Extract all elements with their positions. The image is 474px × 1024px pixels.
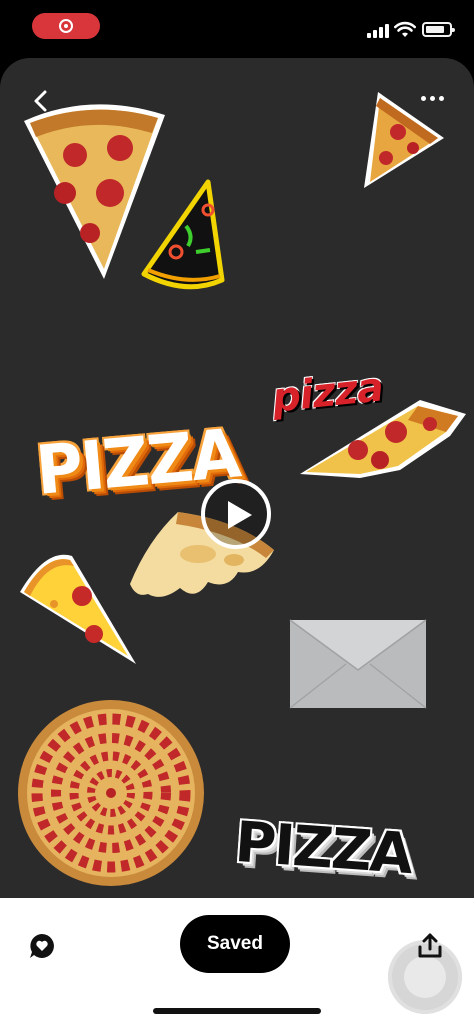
- battery-icon: [422, 22, 455, 37]
- envelope-sticker: [289, 619, 427, 709]
- cellular-signal-icon: [367, 24, 389, 38]
- pizza-black-word-sticker: PIZZA: [232, 809, 414, 888]
- screen-record-icon[interactable]: [32, 13, 100, 39]
- cartoon-slice-sticker: [20, 554, 136, 664]
- neon-slice-sticker: [141, 179, 225, 290]
- heart-bubble-icon[interactable]: [28, 932, 56, 960]
- chevron-left-icon[interactable]: [26, 86, 56, 116]
- video-canvas[interactable]: pizza PIZZA PIZZA: [0, 58, 474, 898]
- home-indicator[interactable]: [153, 1008, 321, 1014]
- play-button[interactable]: [201, 479, 271, 549]
- saved-button[interactable]: Saved: [180, 915, 290, 973]
- wifi-icon: [394, 21, 416, 37]
- status-bar: [0, 0, 474, 52]
- play-icon: [228, 501, 252, 529]
- share-icon[interactable]: [416, 932, 444, 960]
- whole-pizza-sticker: [18, 700, 204, 886]
- more-horizontal-icon[interactable]: [415, 86, 451, 110]
